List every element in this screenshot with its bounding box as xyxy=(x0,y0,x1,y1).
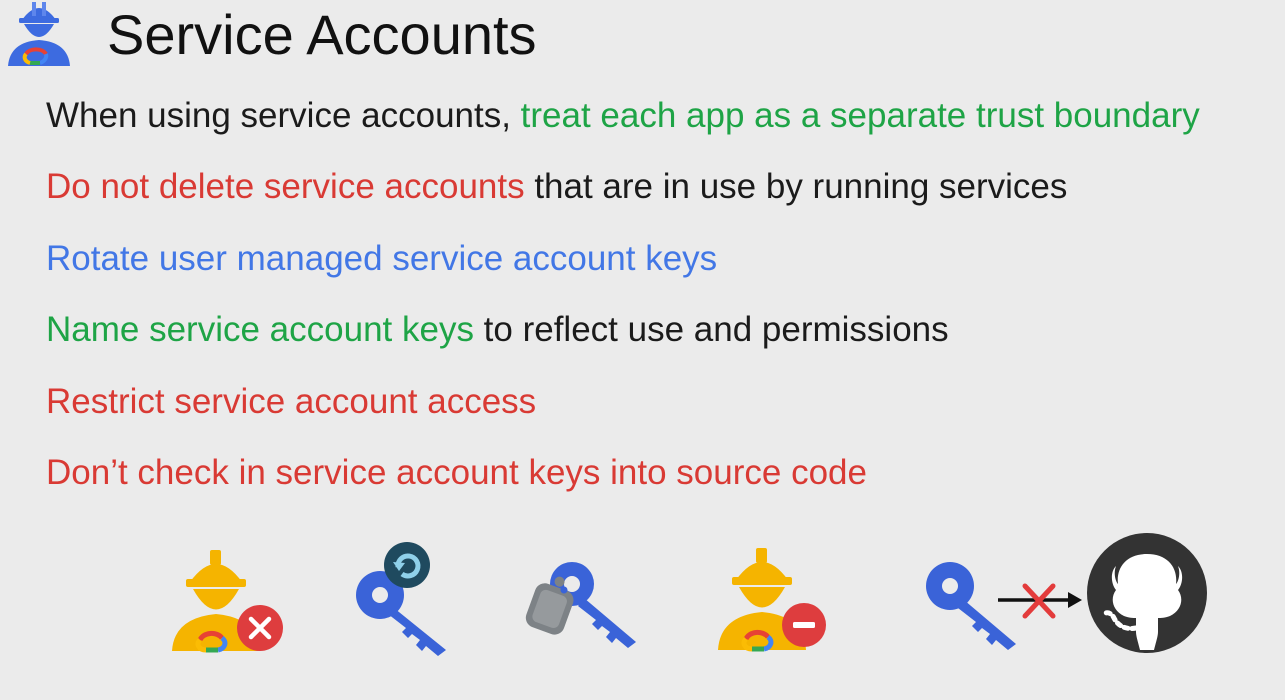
service-account-delete-icon xyxy=(172,550,283,653)
key-tag-icon xyxy=(525,562,636,648)
bullet-text: to reflect use and permissions xyxy=(473,310,949,349)
service-account-restrict-icon xyxy=(718,548,826,652)
bullet-emphasis: Don’t check in service account keys into… xyxy=(46,453,867,492)
bullet-emphasis: treat each app as a separate trust bound… xyxy=(520,96,1200,135)
slide-title: Service Accounts xyxy=(107,3,537,66)
bullet-text: that are in use by running services xyxy=(524,167,1068,206)
key-rotate-icon xyxy=(356,542,446,656)
slide: Service Accounts When using service acco… xyxy=(0,0,1285,700)
bullet-trust-boundary: When using service accounts, treat each … xyxy=(46,94,1200,138)
bullet-emphasis: Name service account keys xyxy=(46,310,474,349)
bullet-no-keys-in-source: Don’t check in service account keys into… xyxy=(46,451,867,495)
bullet-emphasis: Restrict service account access xyxy=(46,382,537,421)
service-account-worker-icon xyxy=(8,2,70,66)
bullet-text: When using service accounts, xyxy=(46,96,521,135)
key-no-commit-icon xyxy=(926,562,1082,650)
bullet-emphasis: Do not delete service accounts xyxy=(46,167,525,206)
bullet-restrict-access: Restrict service account access xyxy=(46,380,536,424)
bullet-do-not-delete: Do not delete service accounts that are … xyxy=(46,165,1067,209)
github-icon xyxy=(1087,533,1207,653)
bullet-emphasis: Rotate user managed service account keys xyxy=(46,239,718,278)
bullet-name-keys: Name service account keys to reflect use… xyxy=(46,308,949,352)
bullet-rotate-keys: Rotate user managed service account keys xyxy=(46,237,717,281)
